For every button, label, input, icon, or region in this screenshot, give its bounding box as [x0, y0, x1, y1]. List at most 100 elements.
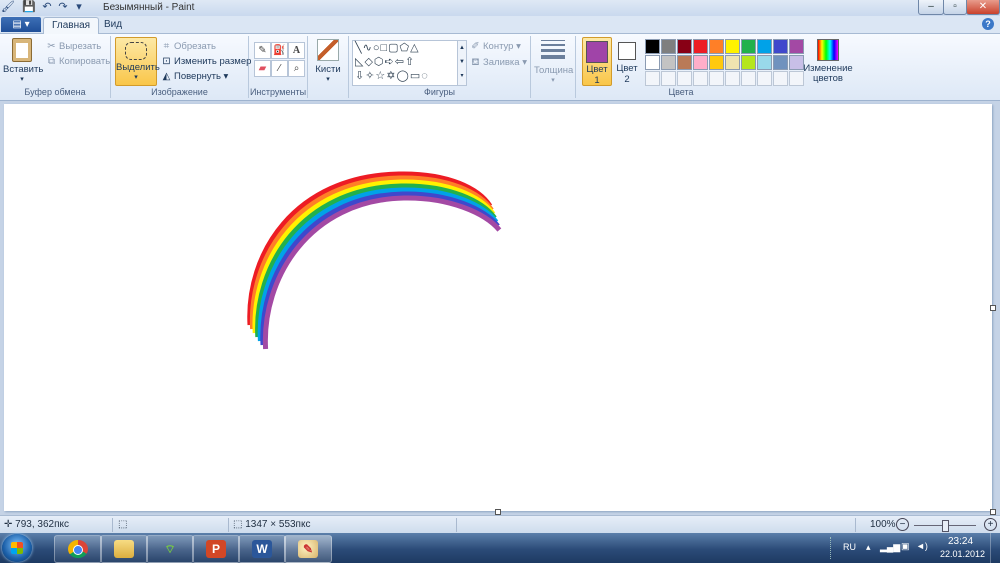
palette-color-2-7[interactable] — [741, 55, 756, 70]
palette-color-1-2[interactable] — [661, 39, 676, 54]
help-icon[interactable]: ? — [982, 18, 994, 30]
palette-custom-slot[interactable] — [709, 71, 724, 86]
outline-button[interactable]: ✐ Контур ▾ — [470, 41, 521, 52]
rainbow-band-4 — [255, 183, 497, 338]
fill-icon: ⛾ — [471, 57, 480, 68]
clock-date[interactable]: 22.01.2012 — [940, 549, 985, 559]
rotate-button[interactable]: ◭ Повернуть ▾ — [161, 71, 229, 82]
taskbar-network[interactable]: ⌔ — [146, 535, 194, 563]
taskbar-explorer[interactable] — [100, 535, 148, 563]
crop-button[interactable]: ⌗ Обрезать — [161, 41, 216, 52]
tab-home[interactable]: Главная — [43, 17, 100, 34]
palette-color-2-3[interactable] — [677, 55, 692, 70]
copy-button[interactable]: ⧉ Копировать — [46, 56, 110, 67]
size-button[interactable]: Толщина ▾ — [534, 40, 573, 84]
palette-color-1-7[interactable] — [741, 39, 756, 54]
device-icon[interactable]: ▣ — [901, 541, 910, 552]
cut-button[interactable]: ✂ Вырезать — [46, 41, 101, 52]
paste-button[interactable]: Вставить ▾ — [3, 38, 43, 83]
resize-button[interactable]: ⊡ Изменить размер — [161, 56, 251, 67]
zoom-out-button[interactable]: − — [896, 518, 909, 531]
maximize-button[interactable]: ▫ — [943, 0, 967, 15]
palette-color-2-4[interactable] — [693, 55, 708, 70]
text-tool-icon[interactable]: A — [288, 42, 305, 59]
paint-app-icon[interactable]: 🖌 — [1, 1, 15, 14]
palette-color-1-8[interactable] — [757, 39, 772, 54]
undo-icon[interactable]: ↶ — [40, 1, 54, 14]
palette-custom-slot[interactable] — [677, 71, 692, 86]
shapes-scroll[interactable]: ▲ ▼ ▾ — [457, 40, 467, 86]
group-colors: Цвет 1 Цвет 2 Изменение цветов Цвета — [576, 36, 856, 98]
pencil-icon[interactable]: ✎ — [254, 42, 271, 59]
palette-custom-slot[interactable] — [757, 71, 772, 86]
fill-button[interactable]: ⛾ Заливка ▾ — [470, 57, 527, 68]
language-indicator[interactable]: RU — [843, 542, 856, 552]
copy-icon: ⧉ — [47, 56, 56, 67]
clipboard-group-label: Буфер обмена — [24, 87, 86, 97]
taskbar-powerpoint[interactable]: P — [192, 535, 240, 563]
palette-color-2-8[interactable] — [757, 55, 772, 70]
save-icon[interactable]: 💾 — [22, 1, 36, 14]
color1-button[interactable]: Цвет 1 — [582, 37, 612, 86]
color-picker-icon[interactable]: ⁄ — [271, 60, 288, 77]
tab-view[interactable]: Вид — [96, 17, 130, 33]
brush-icon — [317, 39, 339, 61]
signal-icon[interactable]: ▂▄▆ — [880, 542, 900, 553]
palette-color-1-5[interactable] — [709, 39, 724, 54]
start-button[interactable] — [2, 534, 32, 562]
show-desktop-button[interactable] — [990, 533, 1000, 563]
palette-color-1-4[interactable] — [693, 39, 708, 54]
select-button[interactable]: Выделить ▾ — [115, 37, 160, 86]
edit-colors-button[interactable]: Изменение цветов — [802, 39, 854, 84]
redo-icon[interactable]: ↷ — [56, 1, 70, 14]
minimize-button[interactable]: – — [918, 0, 944, 15]
close-button[interactable]: ✕ — [966, 0, 1000, 15]
palette-color-1-1[interactable] — [645, 39, 660, 54]
line-thickness-icon — [541, 40, 565, 59]
palette-color-2-5[interactable] — [709, 55, 724, 70]
magnifier-icon[interactable]: ⌕ — [288, 60, 305, 77]
colors-group-label: Цвета — [668, 87, 694, 97]
clock-time[interactable]: 23:24 — [948, 536, 973, 547]
palette-custom-slot[interactable] — [725, 71, 740, 86]
crosshair-icon: ✛ — [4, 519, 13, 530]
fill-bucket-icon[interactable]: ⛽ — [271, 42, 288, 59]
status-bar: ✛ 793, 362пкс ⬚ ⬚ 1347 × 553пкс 100% − + — [0, 515, 1000, 534]
tray-expand-icon[interactable]: ▴ — [866, 542, 871, 553]
paint-menu-button[interactable]: ▤ ▾ — [1, 17, 41, 32]
palette-color-1-9[interactable] — [773, 39, 788, 54]
chrome-icon — [68, 540, 88, 558]
palette-color-2-2[interactable] — [661, 55, 676, 70]
scissors-icon: ✂ — [47, 41, 56, 52]
resize-handle-right[interactable] — [990, 305, 996, 311]
palette-custom-slot[interactable] — [741, 71, 756, 86]
paint-palette-icon: ✎ — [298, 540, 318, 558]
palette-color-1-3[interactable] — [677, 39, 692, 54]
palette-color-2-1[interactable] — [645, 55, 660, 70]
zoom-slider-thumb[interactable] — [942, 520, 949, 532]
color2-button[interactable]: Цвет 2 — [614, 37, 640, 85]
zoom-in-button[interactable]: + — [984, 518, 997, 531]
powerpoint-icon: P — [206, 540, 226, 558]
taskbar-chrome[interactable] — [54, 535, 102, 563]
rainbow-palette-icon — [817, 39, 839, 61]
palette-custom-slot[interactable] — [693, 71, 708, 86]
shapes-group-label: Фигуры — [423, 87, 456, 97]
palette-color-2-6[interactable] — [725, 55, 740, 70]
zoom-slider[interactable] — [914, 520, 976, 532]
palette-custom-slot[interactable] — [773, 71, 788, 86]
eraser-icon[interactable]: ▰ — [254, 60, 271, 77]
taskbar-word[interactable]: W — [238, 535, 286, 563]
group-shapes: ╲∿○□▢⬠△ ◺◇⬡➪⇦⇧ ⇩✧☆✡◯▭◌ ▲ ▼ ▾ ✐ Контур ▾ ⛾ Зали… — [349, 36, 531, 98]
shapes-gallery[interactable]: ╲∿○□▢⬠△ ◺◇⬡➪⇦⇧ ⇩✧☆✡◯▭◌ — [352, 40, 460, 86]
drawing-canvas[interactable] — [4, 104, 992, 511]
palette-color-1-6[interactable] — [725, 39, 740, 54]
canvas-size: ⬚ 1347 × 553пкс — [233, 519, 311, 530]
palette-custom-slot[interactable] — [645, 71, 660, 86]
palette-color-2-9[interactable] — [773, 55, 788, 70]
quick-access-dropdown-icon[interactable]: ▾ — [72, 1, 86, 14]
brushes-button[interactable]: Кисти ▾ — [312, 39, 344, 83]
palette-custom-slot[interactable] — [661, 71, 676, 86]
taskbar-paint[interactable]: ✎ — [284, 535, 332, 563]
volume-icon[interactable]: ◄) — [916, 541, 928, 551]
